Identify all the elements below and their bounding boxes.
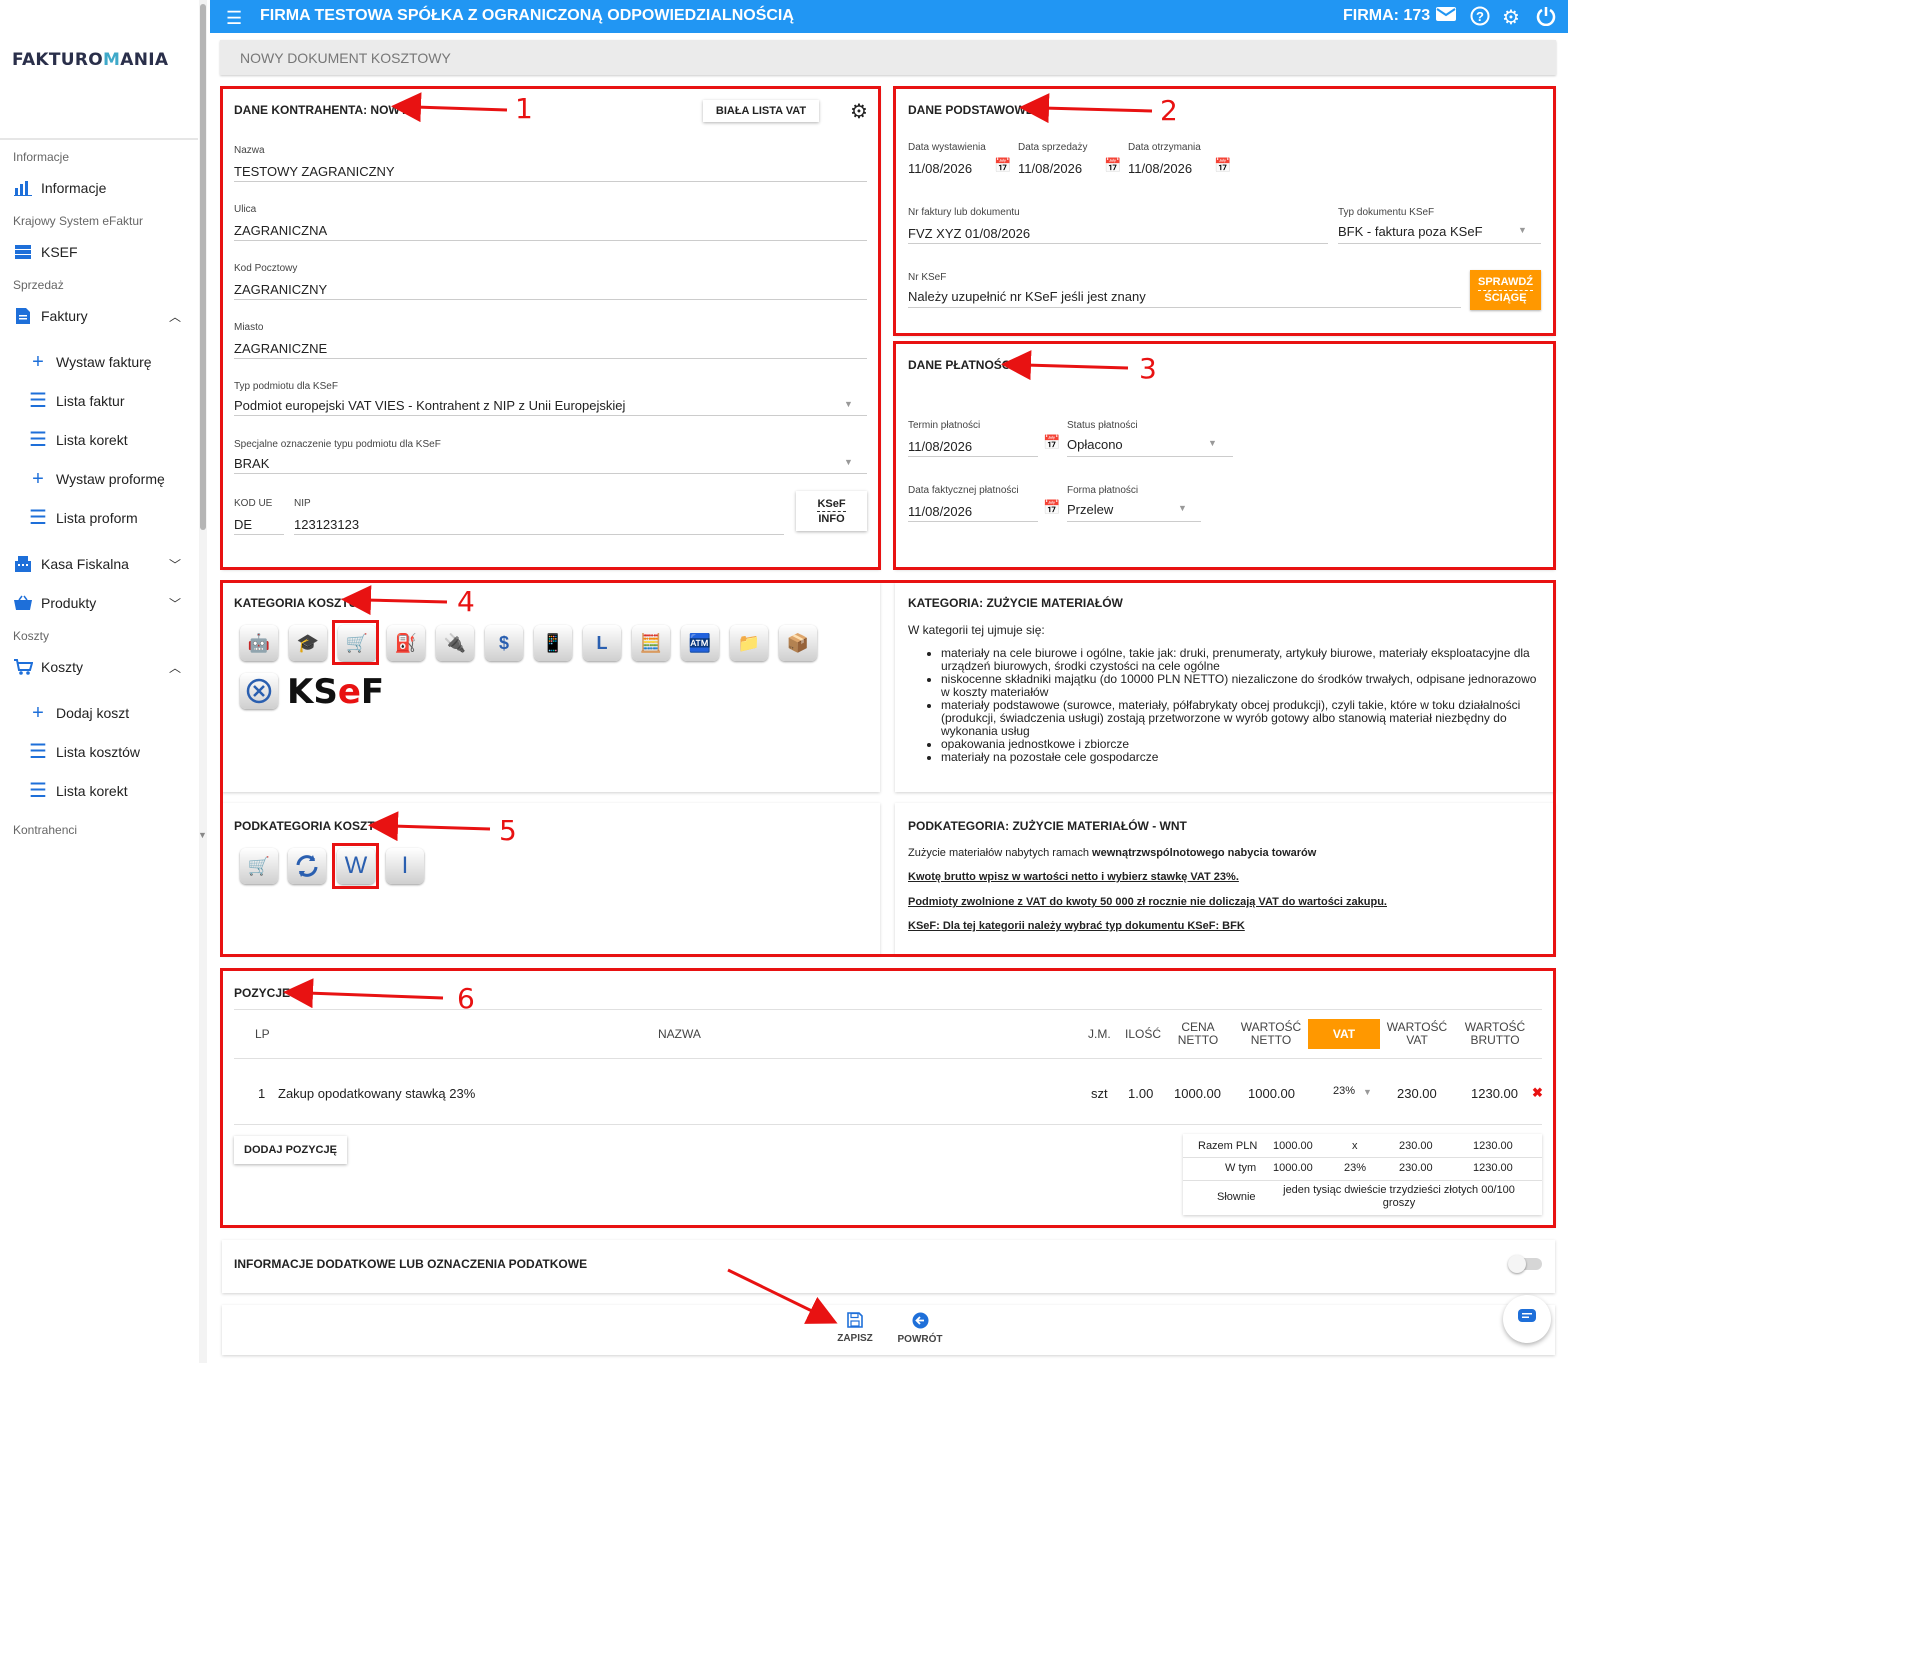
annotation-number: 2 — [1160, 94, 1178, 127]
annotation-arrows — [283, 92, 1153, 1324]
annotation-number: 6 — [457, 982, 475, 1015]
annotation-number: 5 — [499, 814, 517, 847]
annotation-number: 3 — [1139, 352, 1157, 385]
annotation-number: 1 — [515, 92, 533, 125]
annotation-number: 4 — [457, 585, 475, 618]
